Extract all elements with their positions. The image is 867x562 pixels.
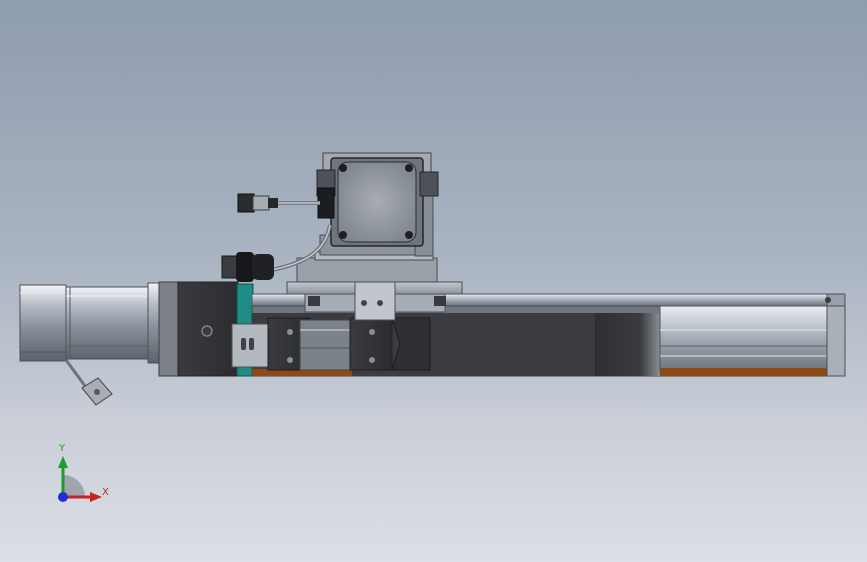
servo-motor-icon[interactable] (19, 282, 161, 406)
reference-triad (58, 456, 102, 502)
triad-z-axis (58, 492, 68, 502)
triad-x-label: X (102, 487, 109, 498)
triad-y-label: Y (59, 443, 66, 454)
cad-model-view[interactable] (0, 0, 867, 562)
gripper-carriage-icon[interactable] (231, 277, 463, 371)
rotary-motor-icon[interactable] (296, 152, 439, 283)
cad-graphics-viewport[interactable]: Y X (0, 0, 867, 562)
